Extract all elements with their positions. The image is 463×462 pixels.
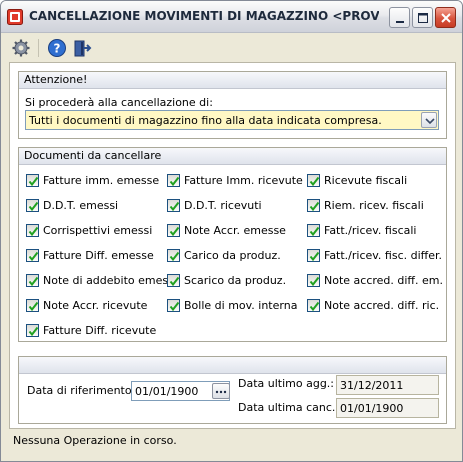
checkbox-label: Bolle di mov. interna [184,299,298,312]
checkbox-label: Fatture Diff. emesse [43,249,154,262]
chevron-down-icon [425,118,435,125]
checkmark-icon [28,226,39,237]
data-ultimo-agg-field: 31/12/2011 [336,375,439,395]
checkbox-box[interactable] [167,299,180,312]
checkmark-icon [169,176,180,187]
checkbox-box[interactable] [307,274,320,287]
close-button[interactable] [435,7,456,28]
data-ultima-canc-value: 01/01/1900 [340,402,404,415]
checkmark-icon [28,276,39,287]
help-icon[interactable]: ? [47,38,67,58]
checkbox-box[interactable] [26,299,39,312]
checkbox-label: Fatture Imm. ricevute [184,174,303,187]
maximize-icon [418,13,428,23]
checkbox-box[interactable] [167,199,180,212]
checkbox-box[interactable] [167,274,180,287]
data-riferimento-value: 01/01/1900 [135,385,199,398]
checkbox-label: D.D.T. emessi [43,199,119,212]
status-bar: Nessuna Operazione in corso. [9,432,456,450]
checkbox-label: Note Accr. emesse [184,224,286,237]
title-bar[interactable]: CANCELLAZIONE MOVIMENTI DI MAGAZZINO <PR… [1,1,462,33]
app-icon [7,9,23,25]
prompt-label: Si procederà alla cancellazione di: [25,96,213,109]
checkbox-label: Note accred. diff. em. [324,274,443,287]
ellipsis-icon [215,390,227,394]
documenti-header: Documenti da cancellare [19,148,446,165]
checkmark-icon [169,226,180,237]
deletion-mode-select[interactable]: Tutti i documenti di magazzino fino alla… [25,110,439,130]
window-title: CANCELLAZIONE MOVIMENTI DI MAGAZZINO <PR… [29,9,379,23]
data-ultima-canc-field: 01/01/1900 [336,398,439,418]
close-icon [441,13,451,23]
minimize-button[interactable] [389,7,410,28]
toolbar-separator [38,39,39,57]
checkmark-icon [309,276,320,287]
checkbox-box[interactable] [26,224,39,237]
minimize-icon [396,21,404,23]
gear-icon[interactable] [11,38,31,58]
documenti-panel: Documenti da cancellare Fatture imm. eme… [18,147,447,342]
checkbox-label: D.D.T. ricevuti [184,199,262,212]
checkmark-icon [28,301,39,312]
attenzione-panel: Attenzione! Si procederà alla cancellazi… [18,71,447,139]
checkbox-label: Fatture Diff. ricevute [43,324,157,337]
checkmark-icon [28,176,39,187]
checkbox-box[interactable] [26,174,39,187]
checkmark-icon [169,301,180,312]
checkbox-label: Carico da produz. [184,249,281,262]
checkbox-box[interactable] [307,224,320,237]
toolbar: ? [1,34,462,61]
checkbox-box[interactable] [167,224,180,237]
checkbox-box[interactable] [307,249,320,262]
checkmark-icon [169,201,180,212]
checkbox-label: Fatt./ricev. fiscali [324,224,417,237]
status-text: Nessuna Operazione in corso. [13,434,177,447]
checkbox-box[interactable] [167,249,180,262]
data-ultimo-agg-value: 31/12/2011 [340,379,404,392]
checkbox-box[interactable] [307,199,320,212]
checkbox-label: Note di addebito emesse [43,274,181,287]
checkbox-box[interactable] [167,174,180,187]
svg-text:?: ? [54,42,61,56]
checkbox-box[interactable] [26,199,39,212]
checkbox-label: Corrispettivi emessi [43,224,153,237]
checkmark-icon [309,226,320,237]
checkbox-label: Note accred. diff. ric. [324,299,440,312]
checkmark-icon [309,201,320,212]
dates-panel: Data di riferimento: 01/01/1900 Data ult… [18,356,447,424]
app-window: CANCELLAZIONE MOVIMENTI DI MAGAZZINO <PR… [0,0,463,462]
checkbox-box[interactable] [26,274,39,287]
checkbox-label: Fatt./ricev. fisc. differ. [324,249,443,262]
dates-header [19,357,446,374]
checkmark-icon [169,276,180,287]
date-picker-button[interactable] [212,383,230,399]
data-ultimo-agg-label: Data ultimo agg.: [238,377,335,390]
checkbox-box[interactable] [307,299,320,312]
checkmark-icon [28,326,39,337]
checkbox-box[interactable] [26,249,39,262]
deletion-mode-value: Tutti i documenti di magazzino fino alla… [29,114,382,127]
checkbox-label: Ricevute fiscali [324,174,408,187]
client-area: Attenzione! Si procederà alla cancellazi… [9,62,456,429]
exit-door-icon[interactable] [72,38,92,58]
maximize-button[interactable] [412,7,433,28]
checkbox-label: Riem. ricev. fiscali [324,199,424,212]
checkmark-icon [28,251,39,262]
data-riferimento-label: Data di riferimento: [27,384,136,397]
dropdown-button[interactable] [421,112,437,128]
checkmark-icon [309,176,320,187]
checkbox-label: Fatture imm. emesse [43,174,160,187]
checkbox-box[interactable] [26,324,39,337]
checkbox-box[interactable] [307,174,320,187]
data-ultima-canc-label: Data ultima canc.: [238,401,340,414]
checkbox-label: Scarico da produz. [184,274,287,287]
checkmark-icon [309,251,320,262]
checkmark-icon [169,251,180,262]
checkbox-label: Note Accr. ricevute [43,299,148,312]
attenzione-header: Attenzione! [19,72,446,89]
checkmark-icon [28,201,39,212]
checkmark-icon [309,301,320,312]
